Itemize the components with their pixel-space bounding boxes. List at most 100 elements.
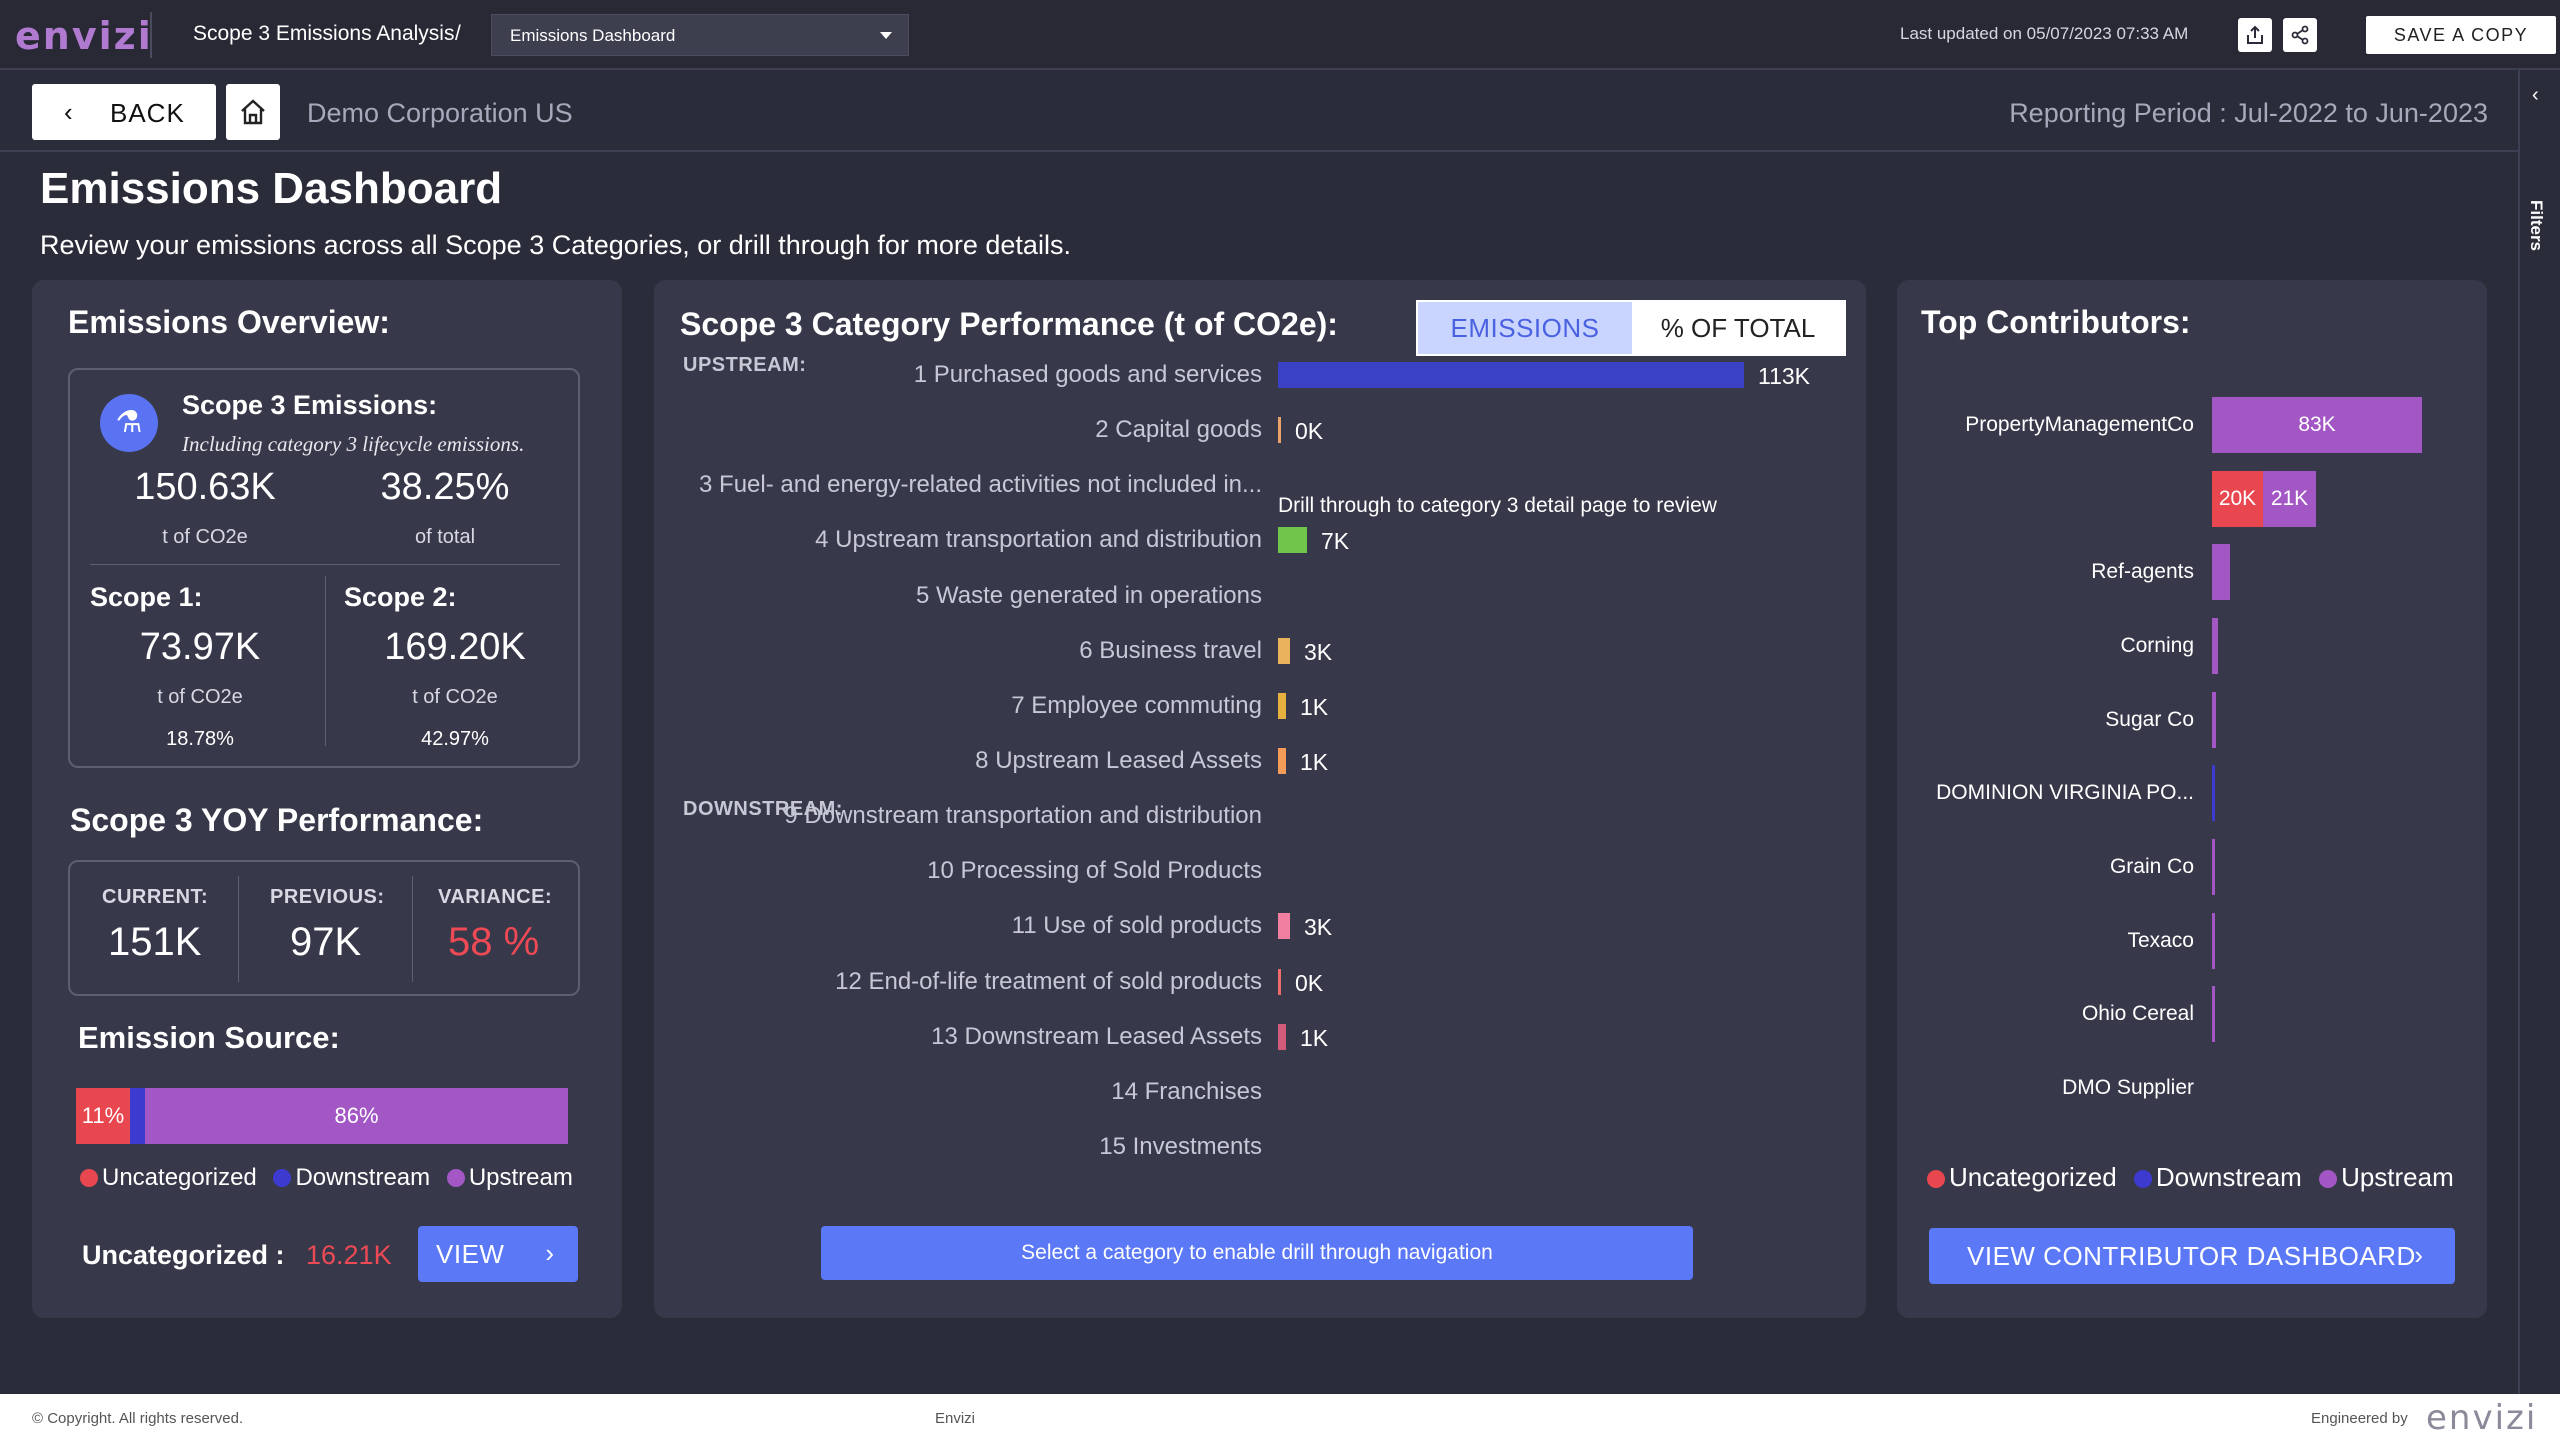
current-label: CURRENT: [102,886,209,908]
source-segment[interactable]: 11% [76,1088,130,1144]
legend-item-downstream[interactable]: Downstream [273,1164,430,1191]
category-bar[interactable] [1278,969,1281,995]
category-value: 1K [1300,694,1329,720]
contributor-bar-segment[interactable]: 83K [2212,397,2422,453]
category-label[interactable]: 13 Downstream Leased Assets [654,1023,1262,1051]
legend-item-upstream[interactable]: Upstream [446,1164,573,1191]
contributor-name[interactable]: PropertyManagementCo [1897,413,2194,437]
footer-center: Envizi [935,1410,976,1427]
contributor-bar-segment[interactable] [2212,986,2215,1042]
category-bar[interactable] [1278,1024,1286,1050]
category-value: 3K [1304,914,1333,940]
category-label[interactable]: 10 Processing of Sold Products [654,857,1262,885]
legend-item-upstream[interactable]: Upstream [2319,1162,2454,1192]
source-segment[interactable]: 86% [145,1088,568,1144]
category-label[interactable]: 15 Investments [654,1133,1262,1161]
contributor-name[interactable]: Texaco [1897,929,2194,953]
category-label[interactable]: 11 Use of sold products [654,912,1262,940]
category-value: 1K [1300,1025,1329,1051]
page-subtitle: Review your emissions across all Scope 3… [40,230,1071,260]
contributor-bar-segment[interactable] [2212,692,2216,748]
source-segment[interactable] [130,1088,145,1144]
category-label[interactable]: 6 Business travel [654,637,1262,665]
contributor-name[interactable]: DOMINION VIRGINIA PO... [1897,781,2194,805]
category-bar[interactable] [1278,693,1286,719]
category-bar[interactable] [1278,417,1281,443]
footer: © Copyright. All rights reserved. Envizi… [0,1394,2560,1440]
category-bar[interactable] [1278,748,1286,774]
category-label[interactable]: 4 Upstream transportation and distributi… [654,526,1262,554]
category-label[interactable]: 12 End-of-life treatment of sold product… [654,968,1262,996]
copyright: © Copyright. All rights reserved. [32,1410,244,1427]
category-performance-panel: Scope 3 Category Performance (t of CO2e)… [654,280,1866,1318]
legend-item-downstream[interactable]: Downstream [2133,1162,2302,1192]
legend-item-uncategorized[interactable]: Uncategorized [1927,1162,2117,1192]
category-bar[interactable] [1278,527,1307,553]
contributor-bar-segment[interactable] [2212,839,2215,895]
category-label[interactable]: 9 Downstream transportation and distribu… [654,802,1262,830]
contributor-bar-segment[interactable]: 21K [2263,471,2316,527]
category-label[interactable]: 7 Employee commuting [654,692,1262,720]
divider [412,876,413,982]
contributor-name[interactable]: Ohio Cereal [1897,1002,2194,1026]
category-value: 0K [1295,970,1324,996]
category-bar[interactable] [1278,638,1290,664]
emission-source-bar[interactable]: 11% 86% [76,1088,568,1144]
contributor-bar-segment[interactable] [2212,765,2215,821]
dashboard-select[interactable]: Emissions Dashboard [491,14,909,56]
contributor-bar-segment[interactable]: 20K [2212,471,2263,527]
uncategorized-label: Uncategorized : [82,1240,285,1270]
chevron-left-icon[interactable]: ‹ [2532,84,2539,107]
contributor-name[interactable]: DMO Supplier [1897,1076,2194,1100]
scope2-value: 169.20K [384,626,526,668]
view-contributor-label: VIEW CONTRIBUTOR DASHBOARD [1967,1241,2416,1271]
drill-through-button[interactable]: Select a category to enable drill throug… [821,1226,1693,1280]
back-button[interactable]: ‹ BACK [32,84,216,140]
category-value: 113K [1758,363,1811,389]
toggle-percent-of-total[interactable]: % OF TOTAL [1632,302,1844,354]
export-button[interactable] [2238,18,2272,52]
breadcrumb-title[interactable]: Scope 3 Emissions Analysis [193,22,454,46]
legend-dot [80,1169,98,1187]
contributor-bar-segment[interactable] [2212,618,2218,674]
category-label[interactable]: 8 Upstream Leased Assets [654,747,1262,775]
scope1-unit: t of CO2e [157,686,243,708]
back-label: BACK [110,98,185,128]
save-copy-button[interactable]: SAVE A COPY [2366,16,2556,54]
scope3-title: Scope 3 Emissions: [182,390,438,420]
scope3-value: 150.63K [134,466,276,508]
contributor-bar-segment[interactable] [2212,544,2230,600]
dashboard-select-value: Emissions Dashboard [510,26,676,45]
view-contributor-dashboard-button[interactable]: VIEW CONTRIBUTOR DASHBOARD › [1929,1228,2455,1284]
variance-label: VARIANCE: [438,886,553,908]
legend-dot [446,1169,465,1187]
category-bar[interactable] [1278,362,1744,388]
legend-item-uncategorized[interactable]: Uncategorized [80,1164,257,1191]
category-label[interactable]: 5 Waste generated in operations [654,582,1262,610]
contributor-bar-segment[interactable] [2212,913,2215,969]
category-label[interactable]: 3 Fuel- and energy-related activities no… [654,471,1262,499]
category-label[interactable]: 1 Purchased goods and services [654,361,1262,389]
yoy-title: Scope 3 YOY Performance: [70,802,484,838]
contributor-name[interactable]: Ref-agents [1897,560,2194,584]
view-button[interactable]: VIEW › [418,1226,578,1282]
filters-rail[interactable]: ‹ Filters [2518,70,2560,1394]
envizi-logo[interactable]: envizi [15,14,153,58]
breadcrumb-separator: / [455,22,461,45]
category-label[interactable]: 14 Franchises [654,1078,1262,1106]
contributor-name[interactable]: Sugar Co [1897,708,2194,732]
category-label[interactable]: 2 Capital goods [654,416,1262,444]
factory-icon: ⚗ [100,394,158,452]
emission-source-title: Emission Source: [78,1020,340,1055]
overview-card: ⚗ Scope 3 Emissions: Including category … [68,368,580,768]
metric-toggle: EMISSIONS % OF TOTAL [1416,300,1846,356]
contributor-name[interactable]: Corning [1897,634,2194,658]
uncategorized-value: 16.21K [306,1240,392,1270]
filters-label[interactable]: Filters [2526,200,2546,251]
contributor-name[interactable]: Grain Co [1897,855,2194,879]
home-button[interactable] [226,84,280,140]
toggle-emissions[interactable]: EMISSIONS [1418,302,1632,354]
category-bar[interactable] [1278,913,1290,939]
chevron-right-icon: › [545,1238,554,1268]
share-button[interactable] [2283,18,2317,52]
